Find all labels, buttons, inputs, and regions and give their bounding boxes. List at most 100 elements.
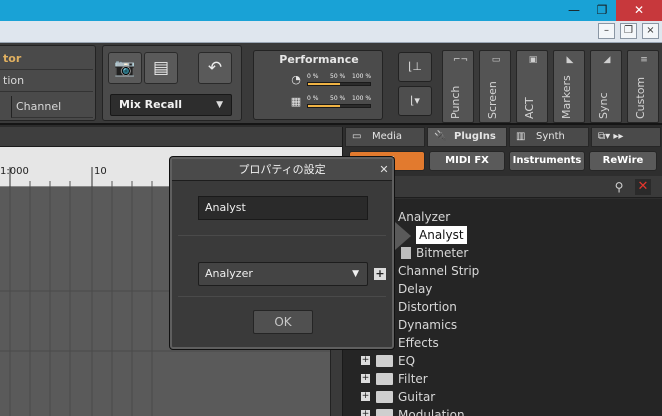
markers-icon: ◣ [566, 55, 574, 65]
meter1-0: 0 % [307, 73, 319, 80]
search-icon[interactable]: ⚲ [611, 179, 627, 195]
act-icon: ▣ [528, 55, 538, 65]
browser-menu-button[interactable]: ⧉▾ ▸▸ [591, 127, 661, 147]
disk-gauge-icon: ▦ [290, 95, 302, 108]
vtab-custom-label: Custom [634, 76, 647, 119]
sync-icon: ◢ [603, 55, 611, 65]
keyboard-icon: ▥ [516, 131, 526, 142]
plugin-name-field[interactable]: Analyst [198, 196, 368, 220]
vtab-screen-label: Screen [486, 81, 499, 119]
tools-module-row2: tion [0, 70, 93, 92]
vtab-screen[interactable]: ▭ Screen [479, 50, 511, 123]
vtab-sync-label: Sync [597, 92, 610, 119]
dialog-callout-arrow [395, 222, 411, 250]
camera-icon[interactable]: 📷 [108, 52, 142, 84]
vtab-act[interactable]: ▣ ACT [516, 50, 548, 123]
tree-row-guitar[interactable]: + Guitar [343, 388, 662, 406]
tree-row-modulation[interactable]: + Modulation [343, 406, 662, 416]
folder-icon [376, 409, 393, 416]
vtab-punch[interactable]: ⌐¬ Punch [442, 50, 474, 123]
vtab-act-label: ACT [523, 97, 536, 119]
folder-icon [376, 391, 393, 403]
tab-plugins[interactable]: 🔌 PlugIns [427, 127, 507, 147]
performance-title: Performance [279, 53, 359, 66]
custom-icon: ≡ [640, 55, 648, 65]
tree-label: Guitar [398, 390, 436, 404]
app-root: — ❐ ✕ – ❐ × tor tion Channel 📷 ▤ ↶ Mix R… [0, 0, 662, 416]
tools-module-channel[interactable]: Channel [11, 96, 93, 118]
meter2-50: 50 % [330, 95, 346, 102]
category-midi-fx[interactable]: MIDI FX [429, 151, 505, 171]
punch-icon: ⌐¬ [453, 55, 469, 65]
browser-menu-icon: ⧉▾ ▸▸ [598, 131, 624, 142]
tab-plugins-label: PlugIns [454, 131, 496, 142]
cpu-gauge-icon: ◔ [291, 73, 301, 86]
tree-label: Modulation [398, 408, 465, 416]
window-maximize-button[interactable]: ❐ [588, 0, 616, 21]
window-minimize-button[interactable]: — [560, 0, 588, 21]
vtab-punch-label: Punch [449, 85, 462, 119]
tab-media-label: Media [372, 131, 403, 142]
disk-meter-bar [307, 104, 371, 108]
tab-media[interactable]: ▭ Media [345, 127, 425, 147]
document-icon[interactable]: ▤ [144, 52, 178, 84]
tree-label: Effects [398, 336, 439, 350]
vtab-sync[interactable]: ◢ Sync [590, 50, 622, 123]
mdi-strip: – ❐ × [0, 21, 662, 43]
expand-icon[interactable]: + [361, 410, 370, 416]
tab-synth[interactable]: ▥ Synth [509, 127, 589, 147]
tools-module: tor tion Channel [0, 45, 96, 121]
vtab-custom[interactable]: ≡ Custom [627, 50, 659, 123]
category-rewire[interactable]: ReWire [589, 151, 657, 171]
dialog-divider [178, 296, 386, 297]
mix-recall-dropdown[interactable]: Mix Recall ▼ [110, 94, 232, 116]
track-view-header [0, 127, 342, 147]
meter1-100: 100 % [352, 73, 372, 80]
performance-module: Performance ◔ 0 % 50 % 100 % ▦ 0 % 50 % … [253, 50, 383, 120]
window-titlebar: — ❐ ✕ [0, 0, 662, 21]
meter2-0: 0 % [307, 95, 319, 102]
category-select-value: Analyzer [205, 267, 253, 280]
mdi-restore-button[interactable]: ❐ [620, 23, 637, 39]
folder-icon [376, 373, 393, 385]
tab-synth-label: Synth [536, 131, 565, 142]
tree-label: Channel Strip [398, 264, 480, 278]
close-icon[interactable]: ✕ [377, 159, 391, 181]
dialog-title: プロパティの設定 [172, 159, 392, 181]
tree-label: Filter [398, 372, 428, 386]
expand-icon[interactable]: + [361, 356, 370, 365]
expand-icon[interactable]: + [361, 374, 370, 383]
chevron-down-icon: ▼ [352, 269, 359, 279]
timeline-label-10: 10 [94, 166, 107, 177]
vtab-markers[interactable]: ◣ Markers [553, 50, 585, 123]
mix-recall-label: Mix Recall [119, 98, 183, 111]
snap-offset-button[interactable]: ⌊▾ [398, 86, 432, 116]
tree-row-filter[interactable]: + Filter [343, 370, 662, 388]
category-instruments[interactable]: Instruments [509, 151, 585, 171]
window-close-button[interactable]: ✕ [616, 0, 662, 21]
screen-icon: ▭ [491, 55, 501, 65]
meter2-100: 100 % [352, 95, 372, 102]
undo-arrow-icon[interactable]: ↶ [198, 52, 232, 84]
tree-row-eq[interactable]: + EQ [343, 352, 662, 370]
add-folder-button[interactable]: + [374, 268, 386, 280]
category-select[interactable]: Analyzer ▼ [198, 262, 368, 286]
tree-label: Bitmeter [416, 246, 469, 260]
properties-dialog: プロパティの設定 ✕ Analyst Analyzer ▼ + OK [170, 157, 394, 349]
timeline-label-start: 1:000 [0, 166, 29, 177]
dialog-divider [178, 235, 386, 236]
tree-label: EQ [398, 354, 416, 368]
expand-icon[interactable]: + [361, 392, 370, 401]
cpu-meter-bar [307, 82, 371, 86]
mdi-close-button[interactable]: × [642, 23, 659, 39]
meter1-50: 50 % [330, 73, 346, 80]
control-bar: tor tion Channel 📷 ▤ ↶ Mix Recall ▼ Perf… [0, 43, 662, 125]
mdi-minimize-button[interactable]: – [598, 23, 615, 39]
clear-search-icon[interactable]: ✕ [635, 179, 651, 195]
chevron-down-icon: ▼ [216, 100, 223, 110]
tree-label-selected: Analyst [416, 226, 467, 244]
folder-icon: ▭ [352, 131, 362, 142]
snap-grid-button[interactable]: ⌊⊥ [398, 52, 432, 82]
tools-module-title: tor [0, 48, 93, 70]
ok-button[interactable]: OK [253, 310, 313, 334]
